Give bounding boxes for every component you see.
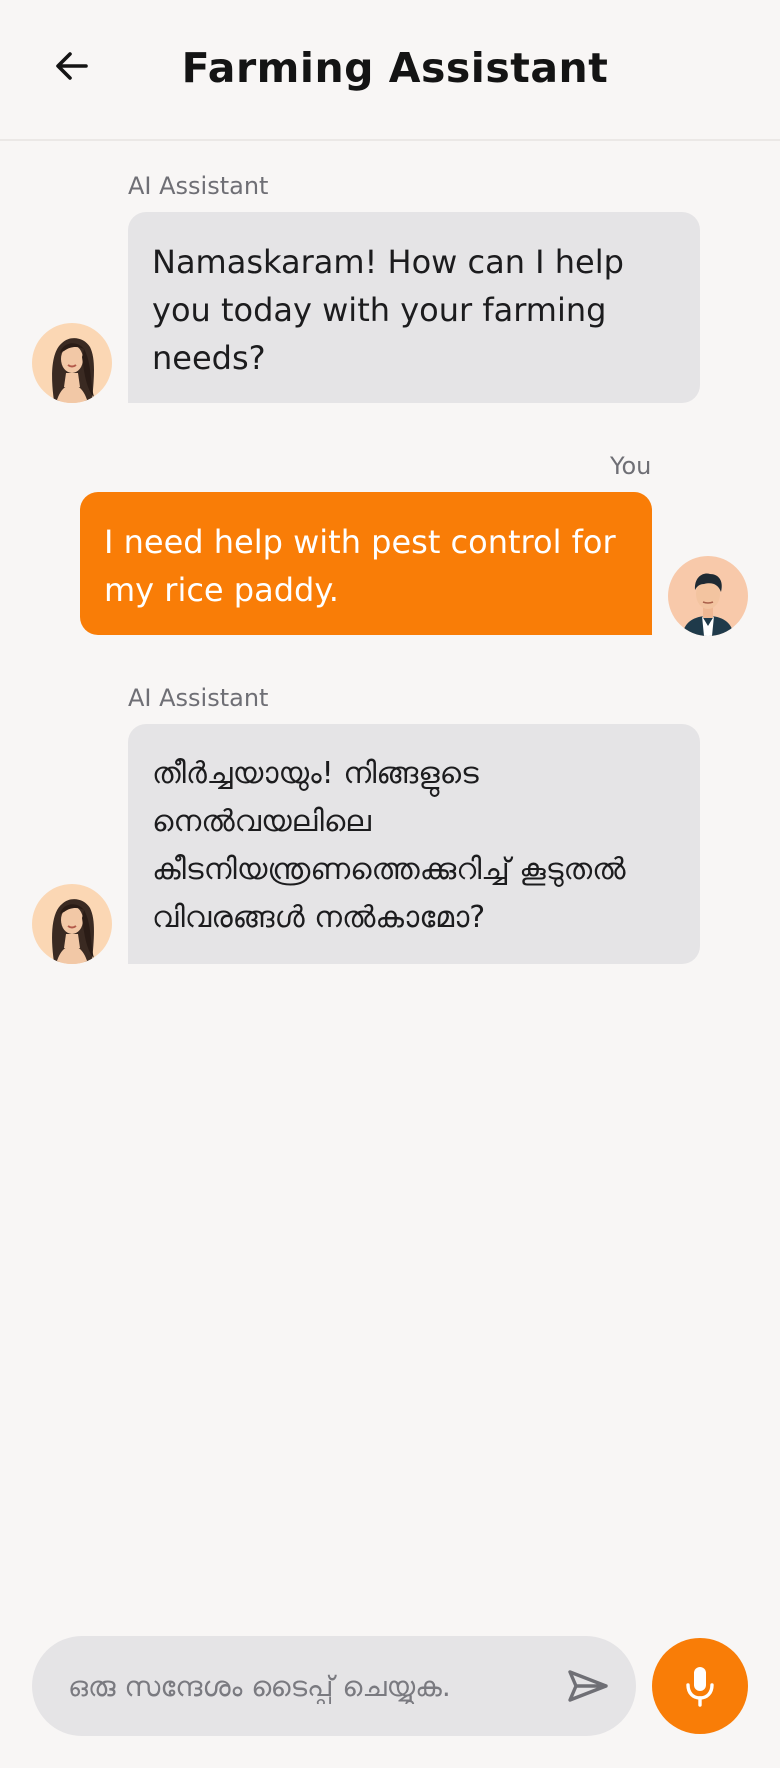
message-text: Namaskaram! How can I help you today wit… — [152, 243, 624, 377]
message-bubble-user: I need help with pest control for my ric… — [80, 492, 652, 635]
message-text: തീർച്ചയായും! നിങ്ങളുടെ നെൽവയലിലെ കീടനിയന… — [152, 756, 626, 935]
sender-label-ai: AI Assistant — [128, 684, 269, 712]
send-icon — [568, 1670, 608, 1702]
mic-button[interactable] — [652, 1638, 748, 1734]
sender-label-user: You — [610, 452, 652, 480]
message-composer — [32, 1636, 636, 1736]
user-avatar — [668, 556, 748, 636]
message-bubble-assistant: തീർച്ചയായും! നിങ്ങളുടെ നെൽവയലിലെ കീടനിയന… — [128, 724, 700, 964]
message-input[interactable] — [66, 1636, 546, 1736]
microphone-icon — [686, 1667, 714, 1707]
assistant-avatar — [32, 323, 112, 403]
message-bubble-assistant: Namaskaram! How can I help you today wit… — [128, 212, 700, 403]
app-header: Farming Assistant — [0, 0, 780, 141]
page-title: Farming Assistant — [181, 44, 609, 92]
sender-label-ai: AI Assistant — [128, 172, 269, 200]
message-text: I need help with pest control for my ric… — [104, 523, 616, 609]
send-button[interactable] — [564, 1664, 612, 1708]
assistant-avatar — [32, 884, 112, 964]
